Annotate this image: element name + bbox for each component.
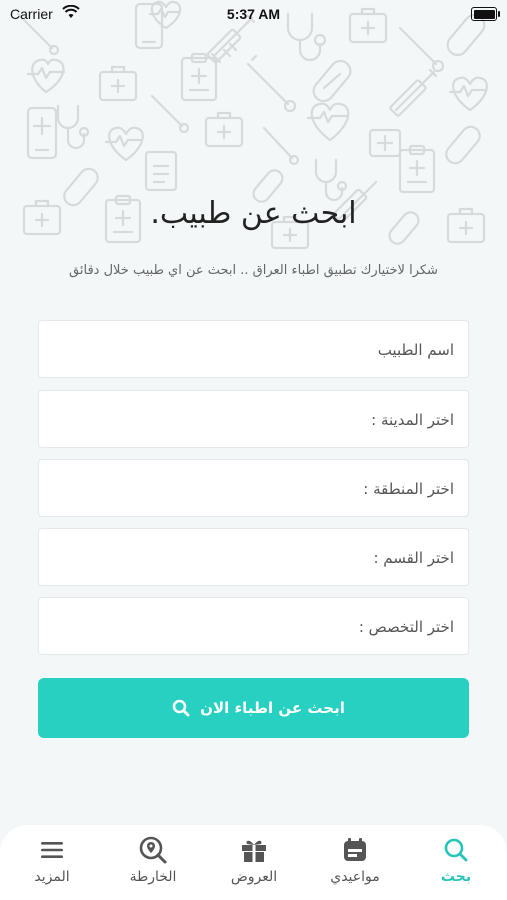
bottom-tab-bar: بحث مواعيدي العروض الخارطة المزيد [0, 825, 507, 900]
stethoscope-icon [56, 104, 90, 150]
tab-more-label: المزيد [34, 869, 70, 885]
specialty-select-label: اختر التخصص : [358, 618, 454, 636]
ambulance-board-icon [368, 128, 402, 158]
area-select-label: اختر المنطقة : [363, 480, 454, 498]
heart-pulse-icon [448, 76, 488, 112]
specialty-select[interactable]: اختر التخصص : [38, 597, 469, 655]
heart-pulse-icon [104, 126, 144, 162]
area-select[interactable]: اختر المنطقة : [38, 459, 469, 517]
page-subtitle: شكرا لاختيارك تطبيق اطباء العراق .. ابحث… [69, 263, 438, 278]
search-button-label: ابحث عن اطباء الان [200, 699, 345, 717]
tab-offers-label: العروض [230, 869, 278, 885]
city-select[interactable]: اختر المدينة : [38, 390, 469, 448]
doctor-name-placeholder: اسم الطبيب [377, 341, 454, 359]
calendar-icon [315, 835, 395, 865]
doctor-name-input[interactable]: اسم الطبيب [38, 320, 469, 378]
heart-pulse-icon [306, 102, 350, 142]
battery-icon [471, 7, 500, 21]
tab-search-label: بحث [440, 869, 472, 885]
city-select-label: اختر المدينة : [371, 411, 454, 429]
tab-map-label: الخارطة [129, 869, 177, 885]
pill-icon [445, 125, 481, 165]
tab-appointments[interactable]: مواعيدي [315, 835, 395, 885]
stethoscope-icon [314, 158, 348, 202]
tab-appointments-label: مواعيدي [330, 869, 380, 885]
thermometer-icon [150, 94, 190, 134]
thermometer-icon [246, 54, 297, 113]
clipboard-icon [144, 150, 178, 192]
search-doctors-button[interactable]: ابحث عن اطباء الان [38, 678, 469, 738]
page-title: ابحث عن طبيب. [150, 196, 357, 231]
menu-icon [12, 835, 92, 865]
tab-map[interactable]: الخارطة [113, 835, 193, 885]
search-icon [172, 699, 190, 717]
thermometer-icon [398, 26, 445, 73]
heart-pulse-icon [26, 58, 66, 94]
search-icon [416, 835, 496, 865]
map-search-icon [113, 835, 193, 865]
tab-more[interactable]: المزيد [12, 835, 92, 885]
pill-icon [312, 59, 352, 103]
phone-icon [26, 106, 58, 160]
tab-search[interactable]: بحث [416, 835, 496, 885]
department-select-label: اختر القسم : [373, 549, 454, 567]
tab-offers[interactable]: العروض [214, 835, 294, 885]
clipboard-icon [180, 52, 218, 102]
medical-kit-icon [204, 111, 244, 148]
gift-icon [214, 835, 294, 865]
syringe-icon [389, 68, 438, 117]
clipboard-icon [398, 144, 436, 194]
status-bar: Carrier 5:37 AM [0, 0, 507, 30]
clock: 5:37 AM [226, 6, 281, 22]
medical-kit-icon [98, 65, 138, 102]
thermometer-icon [262, 126, 300, 166]
department-select[interactable]: اختر القسم : [38, 528, 469, 586]
